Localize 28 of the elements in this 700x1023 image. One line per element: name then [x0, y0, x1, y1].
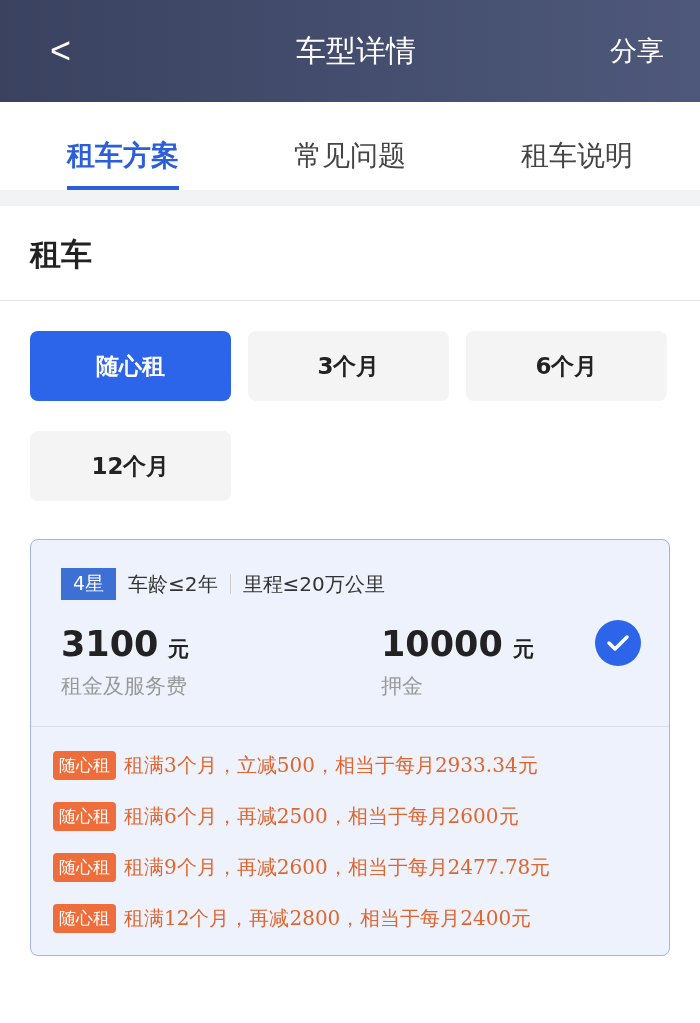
- price-amount: 10000: [381, 624, 503, 664]
- price-unit: 元: [168, 636, 190, 663]
- tab[interactable]: 租车说明: [520, 102, 633, 190]
- promo-text: 租满3个月，立减500，相当于每月2933.34元: [124, 752, 538, 779]
- promo-text: 租满6个月，再减2500，相当于每月2600元: [124, 803, 519, 830]
- car-age: 车龄≤2年: [128, 570, 218, 598]
- back-button[interactable]: <: [50, 30, 72, 72]
- price-label: 租金及服务费: [61, 673, 188, 700]
- promo-tag: 随心租: [53, 853, 116, 882]
- page-title: 车型详情: [295, 31, 416, 70]
- plan-option[interactable]: 3个月: [248, 331, 449, 401]
- offer-card[interactable]: 4星 车龄≤2年 里程≤20万公里 3100 元 租金及服务费 10000 元 押金 随心租 租满3个月，立减500，相当于每月2933.34元 随心租 租满6个月，再减2500，相当于每月2600元 随心租 租满9个月，再减2600，相当于每月2477.78元 随心租 租满12个月，再减2800，相当于每月2400元: [30, 539, 670, 956]
- promo-text: 租满12个月，再减2800，相当于每月2400元: [124, 905, 532, 932]
- price-amount: 3100: [61, 624, 159, 664]
- share-button[interactable]: 分享: [610, 33, 664, 69]
- promo-tag: 随心租: [53, 802, 116, 831]
- price-label: 押金: [381, 673, 424, 700]
- promo-tag: 随心租: [53, 751, 116, 780]
- price-unit: 元: [512, 636, 534, 663]
- tab[interactable]: 常见问题: [294, 102, 406, 190]
- mileage: 里程≤20万公里: [242, 570, 385, 598]
- plan-option[interactable]: 12个月: [30, 431, 231, 501]
- plan-option[interactable]: 6个月: [466, 331, 667, 401]
- section-title: 租车: [0, 206, 700, 301]
- promo-tag: 随心租: [53, 904, 116, 933]
- grade-badge: 4星: [61, 568, 117, 600]
- promo-text: 租满9个月，再减2600，相当于每月2477.78元: [124, 854, 551, 881]
- plan-option[interactable]: 随心租: [30, 331, 231, 401]
